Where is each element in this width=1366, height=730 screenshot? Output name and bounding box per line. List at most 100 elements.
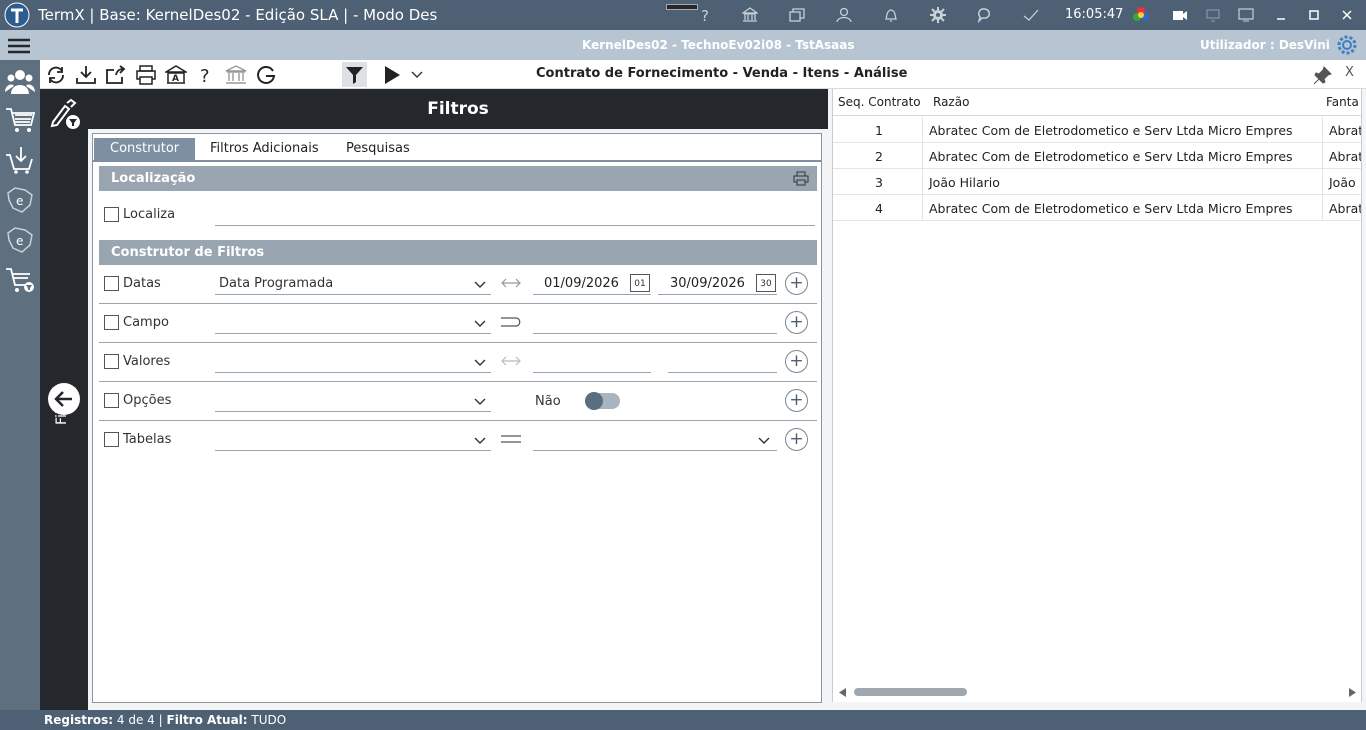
- google-icon[interactable]: [255, 65, 277, 85]
- user-icon[interactable]: [836, 7, 852, 23]
- opcoes-toggle[interactable]: [585, 392, 620, 410]
- bell-icon[interactable]: [883, 7, 899, 23]
- export-icon[interactable]: [105, 65, 127, 85]
- context-bar: KernelDes02 - TechnoEv02i08 - TstAsaas U…: [0, 30, 1366, 60]
- campo-field-select[interactable]: [215, 312, 491, 334]
- map-e-icon[interactable]: e: [5, 185, 35, 215]
- people-icon[interactable]: [5, 66, 35, 96]
- tab-pesquisas[interactable]: Pesquisas: [330, 138, 426, 160]
- datas-label: Datas: [123, 276, 161, 291]
- localiza-input[interactable]: [215, 204, 815, 226]
- chevron-down-icon: [474, 320, 486, 327]
- table-row[interactable]: 3 João Hilario João: [833, 169, 1361, 195]
- status-separator: |: [158, 713, 163, 727]
- palette-icon[interactable]: [1132, 6, 1150, 24]
- section-construtor: Construtor de Filtros: [99, 240, 817, 265]
- date-from-input[interactable]: 01/09/2026 01: [533, 273, 651, 295]
- refresh-icon[interactable]: [45, 65, 67, 85]
- gear-icon[interactable]: [930, 7, 946, 23]
- campo-value-input[interactable]: [533, 312, 777, 334]
- valores-label: Valores: [123, 354, 171, 369]
- add-datas-button[interactable]: +: [785, 272, 808, 295]
- cell-seq: 1: [875, 123, 883, 138]
- date-from-value: 01/09/2026: [544, 276, 619, 291]
- monitor-icon[interactable]: [1205, 7, 1221, 23]
- bank-toolbar-icon[interactable]: [225, 65, 247, 85]
- date-to-input[interactable]: 30/09/2026 30: [658, 273, 777, 295]
- results-grid: Seq. Contrato Razão Fanta 1 Abratec Com …: [832, 89, 1362, 702]
- scroll-left-icon[interactable]: [839, 688, 847, 697]
- play-icon[interactable]: [382, 65, 404, 85]
- table-row[interactable]: 4 Abratec Com de Eletrodometico e Serv L…: [833, 195, 1361, 221]
- check-icon[interactable]: [1023, 7, 1039, 23]
- help-icon[interactable]: ?: [697, 7, 713, 23]
- menu-icon[interactable]: [6, 37, 32, 55]
- cart-icon[interactable]: [5, 105, 35, 135]
- tab-underline: [93, 160, 821, 162]
- tab-filtros-adicionais[interactable]: Filtros Adicionais: [194, 138, 335, 160]
- filters-panel: Construtor Filtros Adicionais Pesquisas …: [92, 133, 822, 703]
- institution-a-icon[interactable]: A: [165, 65, 187, 85]
- cell-seq: 2: [875, 149, 883, 164]
- add-tabelas-button[interactable]: +: [785, 428, 808, 451]
- chevron-down-icon: [758, 437, 770, 444]
- opcoes-checkbox[interactable]: [104, 393, 119, 408]
- valores-to-input[interactable]: [668, 351, 777, 373]
- add-opcoes-button[interactable]: +: [785, 389, 808, 412]
- opcoes-field-select[interactable]: [215, 390, 491, 412]
- valores-from-input[interactable]: [533, 351, 651, 373]
- camera-icon[interactable]: [1172, 7, 1188, 23]
- datas-field-select[interactable]: Data Programada: [215, 273, 491, 295]
- filter-button[interactable]: [342, 62, 367, 87]
- print-icon[interactable]: [135, 65, 157, 85]
- map-e2-icon[interactable]: e: [5, 225, 35, 255]
- close-icon[interactable]: [1339, 7, 1355, 23]
- windows-icon[interactable]: [789, 7, 805, 23]
- table-row[interactable]: 1 Abratec Com de Eletrodometico e Serv L…: [833, 117, 1361, 143]
- add-valores-button[interactable]: +: [785, 350, 808, 373]
- col-header-razao[interactable]: Razão: [933, 89, 970, 116]
- tabelas-checkbox[interactable]: [104, 432, 119, 447]
- chevron-down-icon: [474, 437, 486, 444]
- calendar-from-icon[interactable]: 01: [630, 274, 650, 292]
- print-small-icon[interactable]: [793, 171, 809, 186]
- cart-down-icon[interactable]: [5, 145, 35, 175]
- valores-checkbox[interactable]: [104, 354, 119, 369]
- scrollbar-thumb[interactable]: [854, 688, 967, 696]
- chevron-down-icon[interactable]: [411, 70, 423, 80]
- monitor2-icon[interactable]: [1238, 7, 1254, 23]
- drag-handle[interactable]: [666, 4, 698, 10]
- equals-icon[interactable]: [500, 433, 522, 445]
- tabelas-value-select[interactable]: [533, 429, 777, 451]
- datas-checkbox[interactable]: [104, 276, 119, 291]
- col-header-fanta[interactable]: Fanta: [1326, 89, 1361, 116]
- valores-field-select[interactable]: [215, 351, 491, 373]
- add-campo-button[interactable]: +: [785, 311, 808, 334]
- help-toolbar-icon[interactable]: ?: [195, 65, 217, 85]
- table-row[interactable]: 2 Abratec Com de Eletrodometico e Serv L…: [833, 143, 1361, 169]
- campo-checkbox[interactable]: [104, 315, 119, 330]
- scroll-right-icon[interactable]: [1348, 688, 1356, 697]
- row-separator: [99, 342, 817, 343]
- section-construtor-title: Construtor de Filtros: [111, 245, 265, 260]
- minimize-icon[interactable]: [1273, 7, 1289, 23]
- edit-filter-icon[interactable]: [49, 96, 81, 130]
- operator-icon[interactable]: [500, 316, 522, 328]
- localiza-checkbox[interactable]: [104, 207, 119, 222]
- settings-gear-icon[interactable]: [1335, 33, 1359, 57]
- back-button[interactable]: [48, 383, 80, 415]
- col-header-seq[interactable]: Seq. Contrato: [838, 89, 921, 116]
- tabelas-field-select[interactable]: [215, 429, 491, 451]
- close-window-button[interactable]: X: [1345, 65, 1354, 80]
- maximize-icon[interactable]: [1306, 7, 1322, 23]
- tab-construtor[interactable]: Construtor: [94, 138, 196, 160]
- pin-icon[interactable]: [1312, 65, 1334, 85]
- svg-text:e: e: [16, 194, 23, 208]
- chat-icon[interactable]: [976, 7, 992, 23]
- download-icon[interactable]: [75, 65, 97, 85]
- horizontal-scrollbar[interactable]: [833, 684, 1361, 700]
- bank-icon[interactable]: [742, 7, 758, 23]
- calendar-to-icon[interactable]: 30: [756, 274, 776, 292]
- cart-filter-icon[interactable]: [5, 265, 35, 295]
- row-separator: [99, 303, 817, 304]
